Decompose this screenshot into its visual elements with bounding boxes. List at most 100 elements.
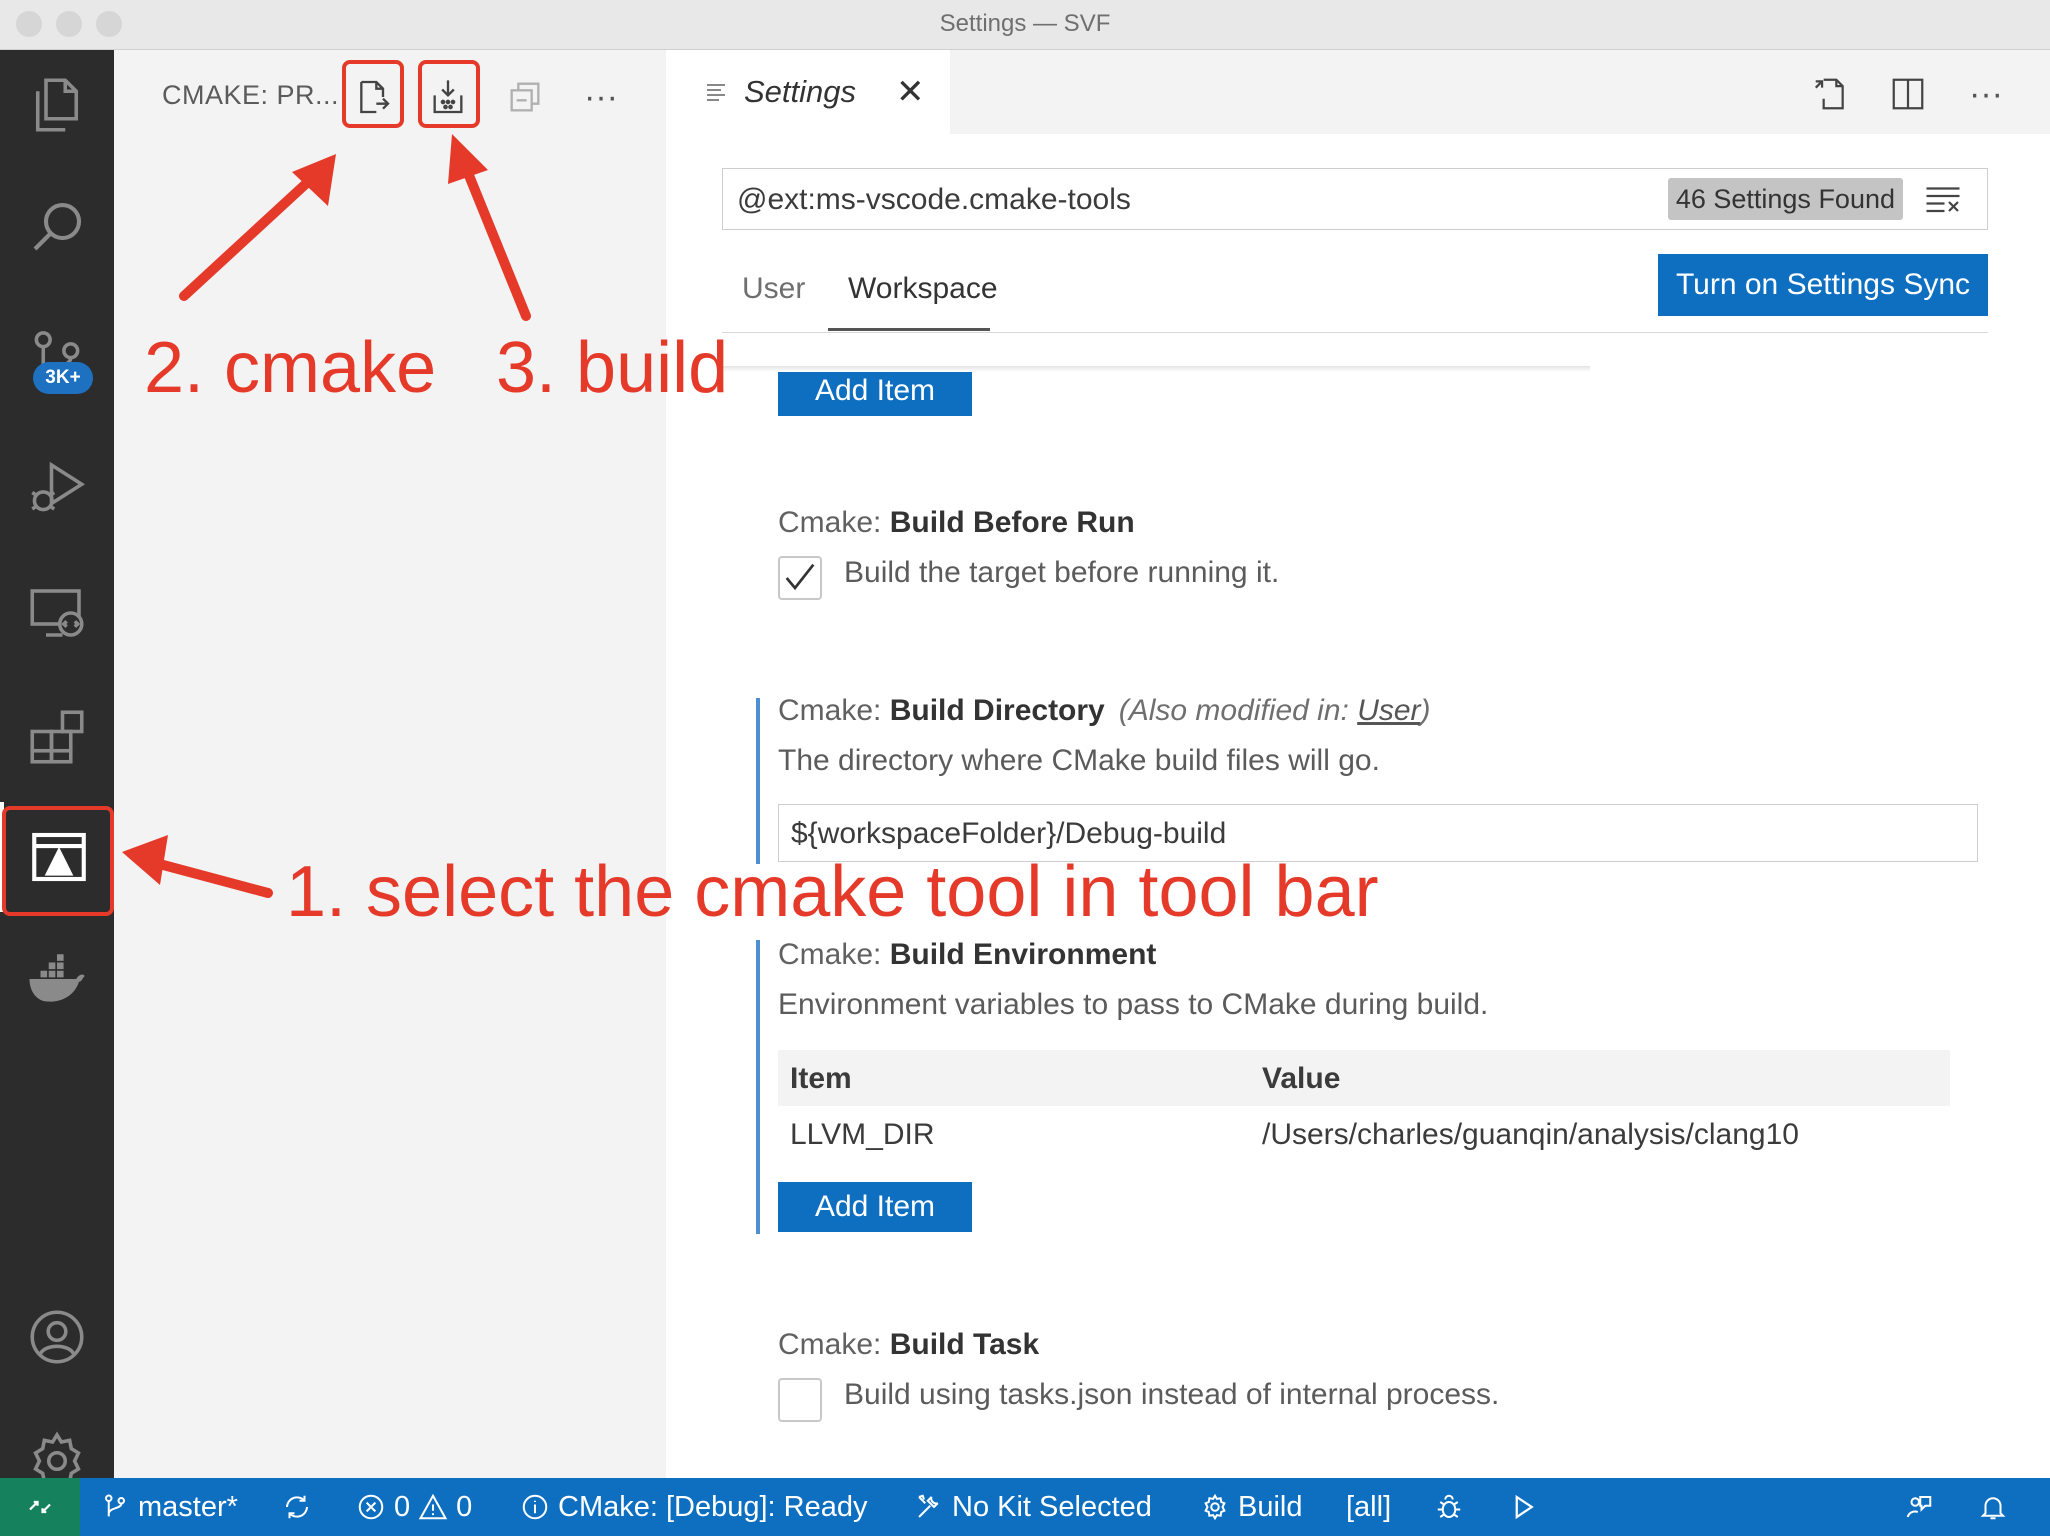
modified-prefix: (Also modified in:	[1118, 694, 1358, 727]
tab-user-settings[interactable]: User	[742, 272, 805, 306]
source-control-badge: 3K+	[33, 362, 93, 394]
modified-indicator	[756, 940, 760, 1234]
feedback-button[interactable]	[1904, 1478, 1934, 1536]
add-item-button[interactable]: Add Item	[778, 1182, 972, 1232]
side-panel-title: CMAKE: PR...	[162, 80, 340, 110]
table-row-item[interactable]: LLVM_DIR	[790, 1118, 935, 1152]
close-icon[interactable]: ✕	[896, 75, 925, 109]
extensions-icon	[30, 710, 84, 764]
setting-description: Environment variables to pass to CMake d…	[778, 988, 1489, 1021]
column-header-value: Value	[1262, 1062, 1341, 1095]
column-header-item: Item	[790, 1062, 852, 1095]
open-settings-json-icon	[1814, 78, 1844, 110]
build-directory-value: ${workspaceFolder}/Debug-build	[791, 817, 1227, 850]
add-item-button[interactable]: Add Item	[778, 366, 972, 416]
also-modified-note: (Also modified in: User)	[1119, 694, 1431, 727]
activity-run-debug[interactable]	[0, 432, 114, 542]
activity-accounts[interactable]	[0, 1282, 114, 1392]
setting-name: Build Task	[889, 1328, 1040, 1361]
setting-description: Build using tasks.json instead of intern…	[844, 1378, 1500, 1411]
git-branch-icon	[105, 1494, 126, 1517]
kit-selector[interactable]: No Kit Selected	[914, 1478, 1152, 1536]
active-tab-indicator	[828, 328, 990, 331]
cmake-side-panel: CMAKE: PR... ···	[114, 50, 666, 1478]
build-task-checkbox[interactable]	[778, 1378, 822, 1422]
split-editor-button[interactable]	[1884, 70, 1932, 118]
window-title-bar: Settings — SVF	[0, 0, 2050, 50]
clear-filter-icon[interactable]	[1925, 183, 1961, 215]
sync-changes-button[interactable]	[282, 1478, 312, 1536]
more-actions-icon: ···	[1969, 75, 2003, 113]
warning-count: 0	[456, 1490, 473, 1523]
bell-icon	[1980, 1497, 2006, 1520]
sync-icon	[286, 1495, 308, 1519]
open-settings-json-button[interactable]	[1806, 70, 1854, 118]
annotation-box-build	[418, 60, 480, 128]
settings-editor: Settings ✕ ··· @ext:ms-vscode.cmake-tool…	[666, 50, 2050, 1478]
remote-explorer-icon	[30, 589, 84, 637]
table-header	[778, 1050, 1950, 1106]
build-target: [all]	[1346, 1490, 1392, 1523]
error-count: 0	[394, 1490, 411, 1523]
branch-status[interactable]: master*	[100, 1478, 238, 1536]
table-row-value[interactable]: /Users/charles/guanqin/analysis/clang10	[1262, 1118, 1799, 1152]
setting-category: Cmake:	[778, 694, 890, 727]
activity-search[interactable]	[0, 172, 114, 282]
files-icon	[35, 78, 79, 132]
setting-name: Build Before Run	[889, 506, 1135, 539]
launch-button[interactable]	[1508, 1478, 1538, 1536]
settings-search-input[interactable]: @ext:ms-vscode.cmake-tools 46 Settings F…	[722, 168, 1988, 230]
turn-on-settings-sync-button[interactable]: Turn on Settings Sync	[1658, 254, 1988, 316]
cmake-status-text: CMake: [Debug]: Ready	[558, 1490, 868, 1523]
activity-bar: 3K+	[0, 50, 114, 1491]
collapse-all-button[interactable]	[496, 68, 554, 126]
build-before-run-checkbox[interactable]	[778, 556, 822, 600]
settings-found-badge: 46 Settings Found	[1667, 178, 1903, 220]
setting-category: Cmake:	[778, 506, 890, 539]
problems-status[interactable]: 0 0	[356, 1478, 472, 1536]
setting-category: Cmake:	[778, 938, 890, 971]
checkmark-icon	[785, 563, 815, 591]
setting-category: Cmake:	[778, 1328, 890, 1361]
annotation-box-cmake	[342, 60, 404, 128]
activity-explorer[interactable]	[0, 50, 114, 160]
activity-remote-explorer[interactable]	[0, 558, 114, 668]
activity-extensions[interactable]	[0, 682, 114, 792]
activity-docker[interactable]	[0, 924, 114, 1034]
error-icon	[358, 1494, 384, 1520]
more-actions-button[interactable]: ···	[572, 68, 630, 126]
collapse-all-icon	[510, 82, 540, 112]
tab-settings[interactable]: Settings ✕	[666, 50, 950, 134]
editor-more-actions-button[interactable]: ···	[1962, 70, 2010, 118]
editor-tab-bar: Settings ✕ ···	[666, 50, 2050, 134]
remote-indicator-button[interactable]	[0, 1478, 80, 1536]
setting-title-build-task: Cmake: Build Task	[778, 1328, 1039, 1362]
account-icon	[30, 1310, 84, 1364]
cmake-status[interactable]: CMake: [Debug]: Ready	[520, 1478, 867, 1536]
play-icon	[1515, 1494, 1534, 1520]
tab-label: Settings	[744, 74, 857, 109]
annotation-step-3: 3. build	[496, 328, 729, 408]
setting-title-build-environment: Cmake: Build Environment	[778, 938, 1156, 972]
tab-workspace-settings[interactable]: Workspace	[848, 272, 998, 306]
modified-in-user-link[interactable]: User	[1357, 694, 1420, 727]
status-bar: master* 0 0 CMake: [Debug]: Ready No Kit…	[0, 1478, 2050, 1536]
debug-button[interactable]	[1434, 1478, 1464, 1536]
search-query: @ext:ms-vscode.cmake-tools	[737, 183, 1131, 216]
setting-name: Build Directory	[889, 694, 1105, 727]
bug-icon	[1437, 1494, 1461, 1518]
gear-icon	[1204, 1493, 1226, 1521]
info-icon	[522, 1494, 548, 1520]
activity-source-control[interactable]	[0, 304, 114, 414]
setting-title-build-before-run: Cmake: Build Before Run	[778, 506, 1135, 540]
docker-icon	[29, 954, 85, 1002]
notifications-button[interactable]	[1978, 1478, 2008, 1536]
setting-description: Build the target before running it.	[844, 556, 1280, 589]
build-target-selector[interactable]: [all]	[1346, 1478, 1391, 1536]
more-actions-icon: ···	[584, 78, 618, 116]
cmake-build-button[interactable]: Build	[1200, 1478, 1303, 1536]
annotation-box-cmake-tool	[2, 806, 114, 916]
branch-name: master*	[138, 1490, 238, 1523]
modified-suffix: )	[1420, 694, 1431, 727]
annotation-step-1: 1. select the cmake tool in tool bar	[286, 852, 1379, 932]
